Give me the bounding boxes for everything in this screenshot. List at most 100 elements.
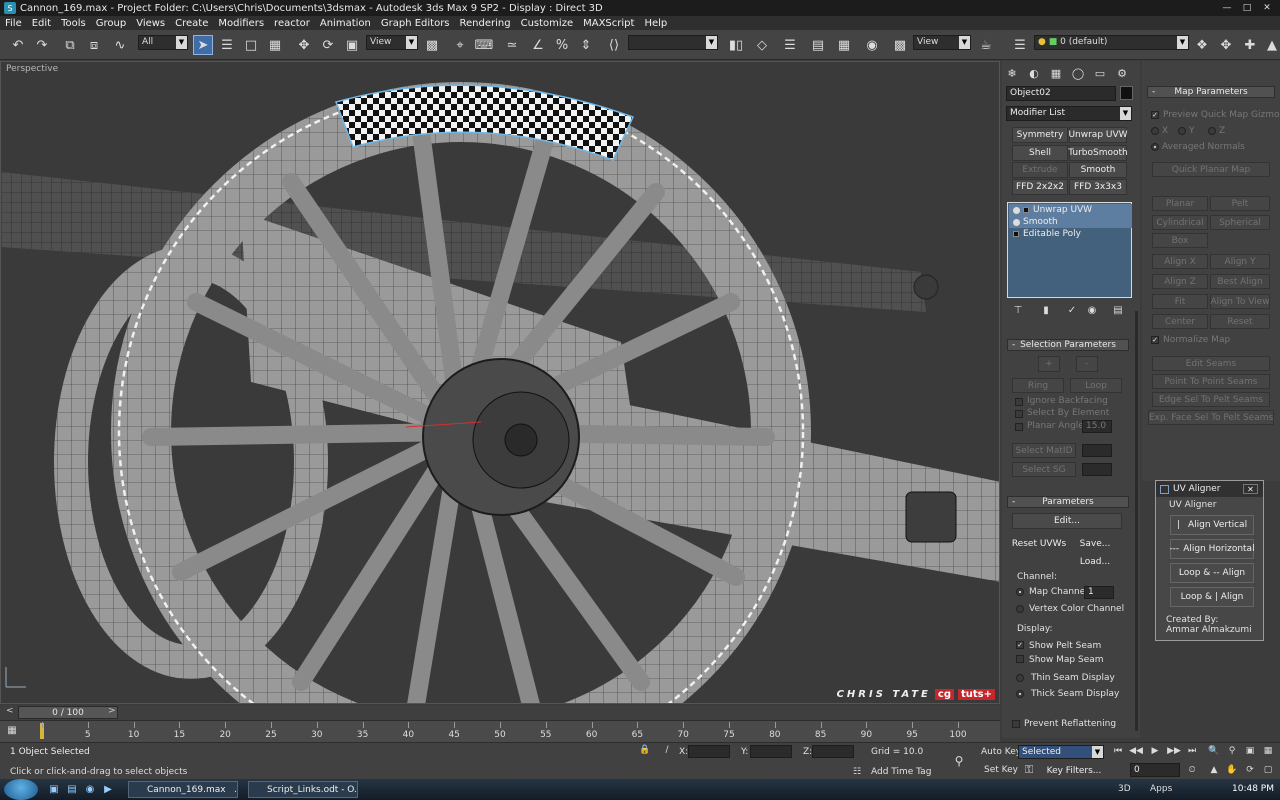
reset-uvws-button[interactable]: Reset UVWs xyxy=(1010,536,1068,552)
arc-rotate-icon[interactable]: ⟳ xyxy=(1242,762,1258,778)
close-icon[interactable]: ✕ xyxy=(1258,1,1276,14)
menu-graph-editors[interactable]: Graph Editors xyxy=(376,18,455,29)
undo-icon[interactable]: ↶ xyxy=(8,35,28,55)
prev-frame-icon[interactable]: < xyxy=(6,706,14,716)
quick-planar-map-button[interactable]: Quick Planar Map xyxy=(1152,162,1270,177)
select-by-element-checkbox[interactable] xyxy=(1015,410,1023,418)
time-slider[interactable]: < 0 / 100 > xyxy=(0,705,1000,720)
set-keys-icon[interactable]: ⚿ xyxy=(1018,762,1040,778)
open-mini-curve-editor-icon[interactable]: ▦ xyxy=(4,722,20,738)
matid-spinner[interactable] xyxy=(1082,444,1112,457)
unlink-selection-icon[interactable]: ⧈ xyxy=(84,35,104,55)
ffd-2x2x2-button[interactable]: FFD 2x2x2 xyxy=(1012,179,1068,195)
select-and-scale-icon[interactable]: ▣ xyxy=(342,35,362,55)
time-slider-thumb[interactable]: 0 / 100 xyxy=(18,706,118,719)
best-align-button[interactable]: Best Align xyxy=(1210,274,1270,289)
quick-render-icon[interactable]: ☕ xyxy=(976,35,996,55)
cylindrical-button[interactable]: Cylindrical xyxy=(1152,215,1208,230)
axis-z-radio[interactable] xyxy=(1208,127,1216,135)
expand-icon[interactable] xyxy=(1013,231,1019,237)
explorer-icon[interactable]: ▤ xyxy=(64,781,80,797)
save-button[interactable]: Save... xyxy=(1070,536,1120,552)
menu-group[interactable]: Group xyxy=(91,18,131,29)
maximize-icon[interactable]: □ xyxy=(1238,1,1256,14)
align-icon[interactable]: ◇ xyxy=(752,35,772,55)
zoom-extents-icon[interactable]: ▣ xyxy=(1242,743,1258,759)
menu-animation[interactable]: Animation xyxy=(315,18,376,29)
loop-horizontal-align-button[interactable]: Loop & -- Align xyxy=(1170,563,1254,583)
create-tab-icon[interactable]: ❄ xyxy=(1002,63,1022,83)
ffd-3x3x3-button[interactable]: FFD 3x3x3 xyxy=(1069,179,1127,195)
vertex-color-channel-radio[interactable] xyxy=(1016,605,1024,613)
turbosmooth-button[interactable]: TurboSmooth xyxy=(1068,145,1128,161)
menu-create[interactable]: Create xyxy=(170,18,213,29)
current-frame-field[interactable]: 0 xyxy=(1130,763,1180,777)
stack-item-unwrap-uvw[interactable]: Unwrap UVW xyxy=(1009,204,1132,216)
layer-manager-icon[interactable]: ☰ xyxy=(780,35,800,55)
auto-key-button[interactable]: Auto Key xyxy=(981,747,1021,757)
shell-button[interactable]: Shell xyxy=(1012,145,1068,161)
prevent-reflattening-checkbox[interactable] xyxy=(1012,720,1020,728)
align-vertical-button[interactable]: | Align Vertical xyxy=(1170,515,1254,535)
edit-seams-button[interactable]: Edit Seams xyxy=(1152,356,1270,371)
reset-button[interactable]: Reset xyxy=(1210,314,1270,329)
utilities-tab-icon[interactable]: ⚙ xyxy=(1112,63,1132,83)
lock-selection-icon[interactable]: 🔒 xyxy=(638,743,652,757)
pan-view-icon[interactable]: ✋ xyxy=(1224,762,1240,778)
zoom-icon[interactable]: 🔍 xyxy=(1206,743,1222,759)
maximize-viewport-icon[interactable]: ▢ xyxy=(1260,762,1276,778)
show-end-result-icon[interactable]: ▮ xyxy=(1038,302,1054,318)
menu-help[interactable]: Help xyxy=(639,18,672,29)
viewport-label[interactable]: Perspective xyxy=(6,64,58,74)
select-by-name-icon[interactable]: ☰ xyxy=(217,35,237,55)
add-selection-to-layer-icon[interactable]: ✥ xyxy=(1216,35,1236,55)
pelt-button[interactable]: Pelt xyxy=(1210,196,1270,211)
align-z-button[interactable]: Align Z xyxy=(1152,274,1208,289)
menu-modifiers[interactable]: Modifiers xyxy=(213,18,269,29)
remove-modifier-icon[interactable]: ◉ xyxy=(1084,302,1100,318)
map-channel-spinner[interactable]: 1 xyxy=(1084,586,1114,599)
thick-seam-radio[interactable] xyxy=(1016,690,1024,698)
configure-modifier-sets-icon[interactable]: ▤ xyxy=(1110,302,1126,318)
y-coordinate-field[interactable] xyxy=(750,745,792,758)
symmetry-button[interactable]: Symmetry xyxy=(1012,127,1068,143)
loop-button[interactable]: Loop xyxy=(1070,378,1122,393)
curve-editor-icon[interactable]: ▤ xyxy=(808,35,828,55)
averaged-normals-radio[interactable] xyxy=(1151,143,1159,151)
planar-button[interactable]: Planar xyxy=(1152,196,1208,211)
tray-3d-label[interactable]: 3D xyxy=(1118,784,1131,794)
go-to-start-icon[interactable]: ⏮ xyxy=(1110,743,1126,759)
align-y-button[interactable]: Align Y xyxy=(1210,254,1270,269)
sg-spinner[interactable] xyxy=(1082,463,1112,476)
media-player-icon[interactable]: ▶ xyxy=(100,781,116,797)
time-tag-icon[interactable]: ☷ xyxy=(850,765,864,779)
stack-item-editable-poly[interactable]: Editable Poly xyxy=(1009,228,1132,240)
align-x-button[interactable]: Align X xyxy=(1152,254,1208,269)
menu-tools[interactable]: Tools xyxy=(56,18,91,29)
unwrap-uvw-button[interactable]: Unwrap UVW xyxy=(1068,127,1128,143)
key-mode-dropdown[interactable]: Selected ▼ xyxy=(1018,745,1104,759)
layers-icon[interactable]: ☰ xyxy=(1010,35,1030,55)
axis-y-radio[interactable] xyxy=(1178,127,1186,135)
clock[interactable]: 10:48 PM xyxy=(1232,784,1274,794)
key-icon[interactable]: ⚲ xyxy=(948,753,970,769)
expand-icon[interactable] xyxy=(1023,207,1029,213)
x-coordinate-field[interactable] xyxy=(688,745,730,758)
next-frame-icon[interactable]: > xyxy=(108,706,116,716)
show-map-seam-checkbox[interactable] xyxy=(1016,655,1024,663)
menu-file[interactable]: File xyxy=(0,18,27,29)
menu-edit[interactable]: Edit xyxy=(27,18,56,29)
percent-snap-icon[interactable]: % xyxy=(552,35,572,55)
selection-filter-dropdown[interactable]: All ▼ xyxy=(138,35,188,50)
modifier-stack[interactable]: Unwrap UVW Smooth Editable Poly xyxy=(1007,202,1132,298)
bind-to-space-warp-icon[interactable]: ∿ xyxy=(110,35,130,55)
planar-angle-spinner[interactable]: 15.0 xyxy=(1082,420,1112,433)
time-configuration-icon[interactable]: ⏲ xyxy=(1184,762,1200,778)
close-icon[interactable]: ✕ xyxy=(1243,484,1258,494)
axis-x-radio[interactable] xyxy=(1151,127,1159,135)
render-scene-icon[interactable]: ▩ xyxy=(890,35,910,55)
schematic-view-icon[interactable]: ▦ xyxy=(834,35,854,55)
object-name-field[interactable]: Object02 xyxy=(1006,86,1116,101)
keyboard-shortcut-override-icon[interactable]: ⌨ xyxy=(474,35,494,55)
map-channel-radio[interactable] xyxy=(1016,588,1024,596)
